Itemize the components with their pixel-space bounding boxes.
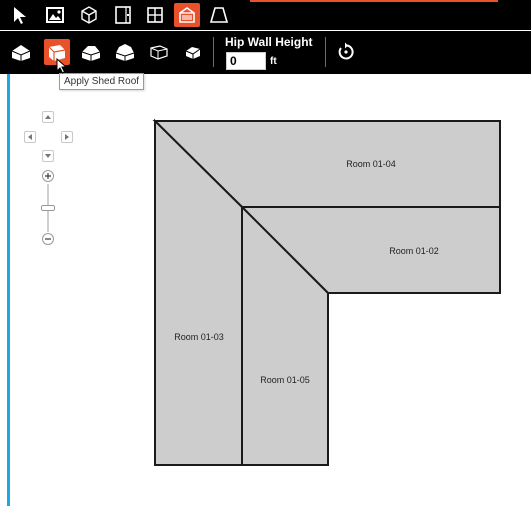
room-label: Room 01-05 <box>260 375 310 385</box>
room-label: Room 01-03 <box>174 332 224 342</box>
room-label: Room 01-02 <box>389 246 439 256</box>
app-window: Hip Wall Height ft Apply Shed Roof <box>0 0 531 506</box>
floor-plan-canvas[interactable]: Room 01-04 Room 01-02 Room 01-03 Room 01… <box>0 0 531 506</box>
room-label: Room 01-04 <box>346 159 396 169</box>
